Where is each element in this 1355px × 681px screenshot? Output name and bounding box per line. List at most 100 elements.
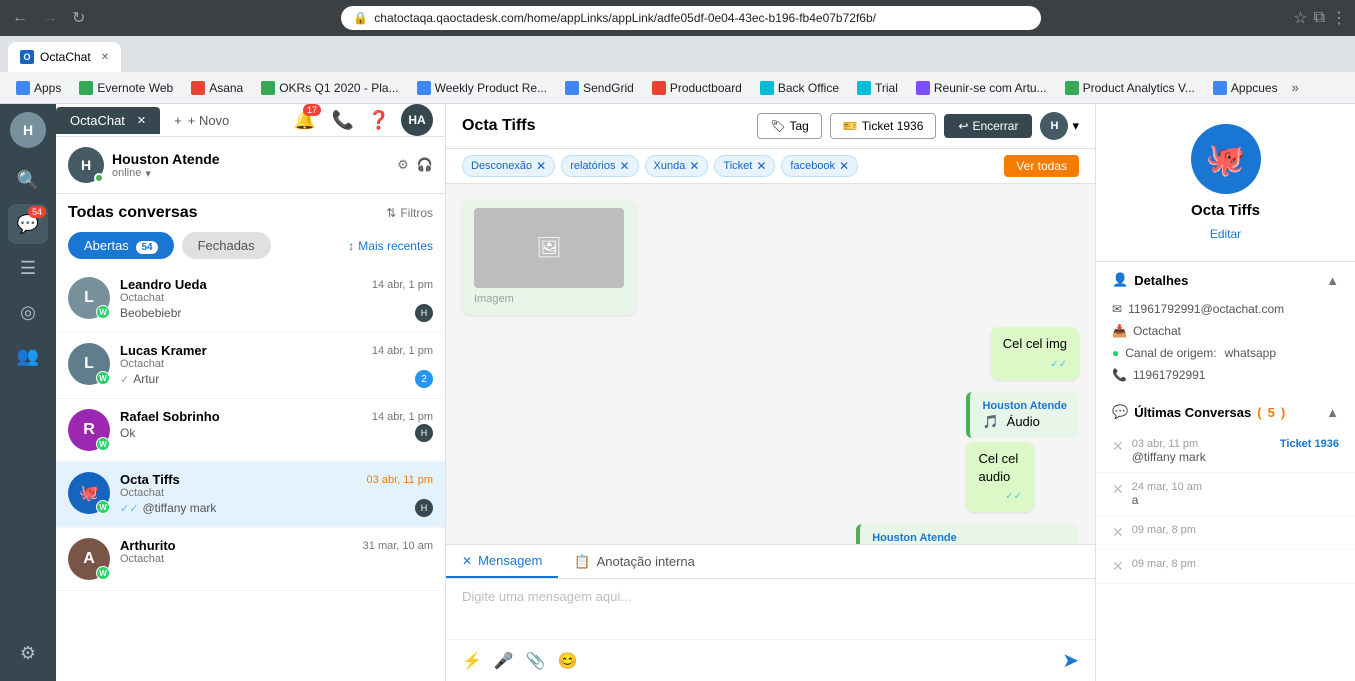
forward-button[interactable]: → bbox=[38, 5, 62, 31]
microphone-icon[interactable]: 🎤 bbox=[494, 651, 514, 671]
list-item[interactable]: A W Arthurito 31 mar, 10 am Octachat bbox=[56, 528, 445, 591]
backoffice-favicon bbox=[760, 81, 774, 95]
message-input[interactable]: Digite uma mensagem aqui... bbox=[446, 579, 1095, 639]
close-icon[interactable]: ✕ bbox=[1112, 524, 1124, 541]
agent-selector[interactable]: H ▾ bbox=[1040, 112, 1079, 140]
close-icon[interactable]: ✕ bbox=[1112, 481, 1124, 498]
recent-conversation-item[interactable]: ✕ 24 mar, 10 am a bbox=[1096, 473, 1355, 516]
avatar: L W bbox=[68, 343, 110, 385]
chat-header: Octa Tiffs 🏷 Tag 🎫 Ticket 1936 ↩ Encerra… bbox=[446, 104, 1095, 149]
ticket-button[interactable]: 🎫 Ticket 1936 bbox=[830, 113, 937, 139]
remove-tag-icon[interactable]: ✕ bbox=[689, 159, 699, 173]
list-item[interactable]: L W Leandro Ueda 14 abr, 1 pm Octachat B… bbox=[56, 267, 445, 333]
contact-name: Lucas Kramer bbox=[120, 343, 207, 358]
edit-contact-button[interactable]: Editar bbox=[1210, 227, 1241, 241]
active-tab[interactable]: O OctaChat ✕ bbox=[8, 42, 121, 72]
more-bookmarks-icon[interactable]: » bbox=[1292, 80, 1299, 95]
contact-profile: 🐙 Octa Tiffs Editar bbox=[1096, 104, 1355, 262]
details-toggle-icon[interactable]: ▲ bbox=[1326, 273, 1339, 288]
channel-icon: ● bbox=[1112, 346, 1119, 360]
attachment-icon[interactable]: 📎 bbox=[526, 651, 546, 671]
headset-icon[interactable]: 🎧 bbox=[417, 157, 433, 173]
sidebar-team[interactable]: 👥 bbox=[8, 336, 48, 376]
bookmark-backoffice[interactable]: Back Office bbox=[752, 77, 847, 99]
message-bubble: Cel cel img ✓✓ bbox=[991, 327, 1079, 379]
tab-open[interactable]: Abertas 54 bbox=[68, 232, 174, 259]
bookmark-evernote[interactable]: Evernote Web bbox=[71, 77, 181, 99]
unread-badge: 2 bbox=[415, 370, 433, 388]
tab-closed[interactable]: Fechadas bbox=[182, 232, 271, 259]
contact-name: Arthurito bbox=[120, 538, 176, 553]
list-item[interactable]: 🐙 W Octa Tiffs 03 abr, 11 pm Octachat ✓✓… bbox=[56, 462, 445, 528]
remove-tag-icon[interactable]: ✕ bbox=[839, 159, 849, 173]
evernote-favicon bbox=[79, 81, 93, 95]
recent-toggle-icon[interactable]: ▲ bbox=[1326, 405, 1339, 420]
tab-favicon: O bbox=[20, 50, 34, 64]
emoji-icon[interactable]: 😊 bbox=[558, 651, 578, 671]
notifications-button[interactable]: 🔔 17 bbox=[289, 104, 321, 136]
bookmark-trial[interactable]: Trial bbox=[849, 77, 906, 99]
octachat-tab-close[interactable]: ✕ bbox=[137, 114, 146, 127]
message-ticks: ✓✓ bbox=[1005, 491, 1022, 502]
recent-conversations-header: 💬 Últimas Conversas (5) ▲ bbox=[1096, 394, 1355, 430]
bookmark-okrs[interactable]: OKRs Q1 2020 - Pla... bbox=[253, 77, 406, 99]
bookmark-reunir[interactable]: Reunir-se com Artu... bbox=[908, 77, 1055, 99]
tab-close-icon[interactable]: ✕ bbox=[101, 52, 109, 63]
chat-area: Octa Tiffs 🏷 Tag 🎫 Ticket 1936 ↩ Encerra… bbox=[446, 104, 1095, 681]
bookmark-apps[interactable]: Apps bbox=[8, 77, 69, 99]
bookmark-productboard[interactable]: Productboard bbox=[644, 77, 750, 99]
compose-toolbar: ⚡ 🎤 📎 😊 ➤ bbox=[446, 639, 1095, 681]
bookmark-asana[interactable]: Asana bbox=[183, 77, 251, 99]
octachat-tab[interactable]: OctaChat ✕ bbox=[56, 107, 160, 134]
sidebar-settings[interactable]: ⚙ bbox=[8, 633, 48, 673]
extensions-icon[interactable]: ⧉ bbox=[1314, 9, 1325, 27]
weekly-favicon bbox=[417, 81, 431, 95]
new-conversation-button[interactable]: + + Novo bbox=[160, 107, 243, 134]
conversation-time: 14 abr, 1 pm bbox=[372, 279, 433, 291]
user-avatar[interactable]: H bbox=[10, 112, 46, 148]
close-icon[interactable]: ✕ bbox=[1112, 558, 1124, 575]
phone-icon[interactable]: 📞 bbox=[329, 106, 357, 134]
close-icon[interactable]: ✕ bbox=[1112, 438, 1124, 455]
tab-internal-note[interactable]: 📋 Anotação interna bbox=[558, 545, 710, 578]
ver-todas-button[interactable]: Ver todas bbox=[1004, 155, 1079, 177]
sidebar-conversations[interactable]: 💬 54 bbox=[8, 204, 48, 244]
list-icon: ☰ bbox=[20, 258, 36, 279]
sidebar-reports[interactable]: ◎ bbox=[8, 292, 48, 332]
message-group: Houston Atende guiaCOVID19.pdf.pdf 📄 gui… bbox=[856, 524, 1079, 544]
user-menu-button[interactable]: HA bbox=[401, 104, 433, 136]
sidebar-search[interactable]: 🔍 bbox=[8, 160, 48, 200]
sort-button[interactable]: ↕ Mais recentes bbox=[348, 239, 433, 253]
tag-icon: 🏷 bbox=[770, 119, 785, 133]
filter-button[interactable]: ⇅ Filtros bbox=[386, 206, 433, 220]
online-indicator bbox=[94, 173, 104, 183]
settings-gear-icon[interactable]: ⚙ bbox=[397, 157, 409, 173]
tab-message[interactable]: ✕ Mensagem bbox=[446, 545, 558, 578]
encerrar-button[interactable]: ↩ Encerrar bbox=[944, 114, 1032, 138]
help-icon[interactable]: ❓ bbox=[365, 106, 393, 134]
sidebar-list[interactable]: ☰ bbox=[8, 248, 48, 288]
list-item[interactable]: R W Rafael Sobrinho 14 abr, 1 pm Ok H bbox=[56, 399, 445, 462]
list-item[interactable]: L W Lucas Kramer 14 abr, 1 pm Octachat ✓… bbox=[56, 333, 445, 399]
bookmark-analytics[interactable]: Product Analytics V... bbox=[1057, 77, 1203, 99]
lightning-icon[interactable]: ⚡ bbox=[462, 651, 482, 671]
remove-tag-icon[interactable]: ✕ bbox=[619, 159, 629, 173]
remove-tag-icon[interactable]: ✕ bbox=[536, 159, 546, 173]
back-button[interactable]: ← bbox=[8, 5, 32, 31]
bookmark-weekly[interactable]: Weekly Product Re... bbox=[409, 77, 556, 99]
star-icon[interactable]: ☆ bbox=[1293, 8, 1307, 28]
reload-button[interactable]: ↻ bbox=[68, 4, 89, 32]
inbox-icon: 📥 bbox=[1112, 324, 1127, 338]
address-bar[interactable]: 🔒 chatoctaqa.qaoctadesk.com/home/appLink… bbox=[341, 6, 1041, 30]
whatsapp-badge: W bbox=[96, 566, 110, 580]
recent-conversation-item[interactable]: ✕ 09 mar, 8 pm bbox=[1096, 516, 1355, 550]
more-icon[interactable]: ⋮ bbox=[1331, 8, 1347, 28]
send-button[interactable]: ➤ bbox=[1062, 648, 1079, 673]
tag-button[interactable]: 🏷 Tag bbox=[757, 113, 822, 139]
recent-conversation-item[interactable]: ✕ 03 abr, 11 pm Ticket 1936 @tiffany mar… bbox=[1096, 430, 1355, 473]
remove-tag-icon[interactable]: ✕ bbox=[756, 159, 766, 173]
bookmark-sendgrid[interactable]: SendGrid bbox=[557, 77, 642, 99]
conversations-title: Todas conversas bbox=[68, 204, 198, 222]
bookmark-appcues[interactable]: Appcues bbox=[1205, 77, 1286, 99]
recent-conversation-item[interactable]: ✕ 09 mar, 8 pm bbox=[1096, 550, 1355, 584]
